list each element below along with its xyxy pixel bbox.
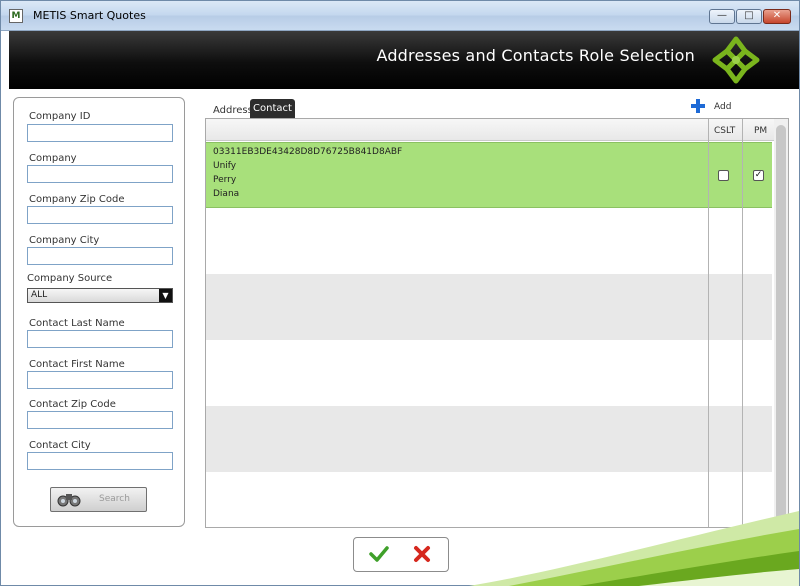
title-bar: M METIS Smart Quotes — □ ✕ — [1, 1, 799, 31]
table-row[interactable]: 03311EB3DE43428D8D76725B841D8ABF Unify P… — [206, 142, 772, 208]
contact-company: Unify — [213, 161, 237, 171]
tab-contact[interactable]: Contact — [250, 99, 295, 118]
company-id-input[interactable] — [27, 124, 173, 142]
cslt-checkbox[interactable] — [718, 170, 729, 181]
app-window: M METIS Smart Quotes — □ ✕ Addresses and… — [0, 0, 800, 586]
action-panel — [353, 537, 449, 572]
contact-id: 03311EB3DE43428D8D76725B841D8ABF — [213, 147, 403, 157]
company-zip-input[interactable] — [27, 206, 173, 224]
contact-first-name-label: Contact First Name — [29, 359, 125, 370]
company-zip-label: Company Zip Code — [29, 194, 125, 205]
add-button-label[interactable]: Add — [714, 102, 731, 112]
column-divider — [708, 119, 709, 527]
company-label: Company — [29, 153, 77, 164]
maximize-button[interactable]: □ — [736, 9, 762, 24]
contact-city-label: Contact City — [29, 440, 91, 451]
contact-last-name-input[interactable] — [27, 330, 173, 348]
contact-first-name: Diana — [213, 189, 240, 199]
company-id-label: Company ID — [29, 111, 91, 122]
app-icon: M — [9, 9, 23, 23]
page-title: Addresses and Contacts Role Selection — [376, 46, 695, 65]
column-header-pm[interactable]: PM — [754, 126, 767, 136]
search-panel: Company ID Company Company Zip Code Comp… — [13, 97, 185, 527]
contacts-grid: CSLT PM 03311EB3DE43428D8D76725B841D8ABF… — [205, 118, 789, 528]
scrollbar-thumb[interactable] — [776, 125, 786, 523]
column-header-cslt[interactable]: CSLT — [714, 126, 735, 136]
chevron-down-icon[interactable]: ▼ — [159, 289, 172, 302]
header-banner: Addresses and Contacts Role Selection — [9, 31, 799, 89]
company-source-select[interactable]: ALL ▼ — [27, 288, 173, 303]
checkmark-icon[interactable] — [369, 545, 389, 563]
decorative-swoosh — [469, 511, 799, 586]
grid-empty-row — [206, 406, 772, 472]
contact-last-name-label: Contact Last Name — [29, 318, 125, 329]
contact-first-name-input[interactable] — [27, 371, 173, 389]
company-city-label: Company City — [29, 235, 100, 246]
contact-zip-label: Contact Zip Code — [29, 399, 116, 410]
company-source-label: Company Source — [27, 273, 113, 284]
pm-checkbox[interactable]: ✓ — [753, 170, 764, 181]
contact-last-name: Perry — [213, 175, 237, 185]
minimize-button[interactable]: — — [709, 9, 735, 24]
window-title: METIS Smart Quotes — [33, 9, 146, 22]
tab-address[interactable]: Address — [213, 105, 253, 116]
contact-zip-input[interactable] — [27, 411, 173, 429]
plus-icon[interactable] — [691, 99, 705, 113]
company-input[interactable] — [27, 165, 173, 183]
company-city-input[interactable] — [27, 247, 173, 265]
close-button[interactable]: ✕ — [763, 9, 791, 24]
search-button-label: Search — [99, 494, 130, 504]
grid-empty-row — [206, 274, 772, 340]
grid-header: CSLT PM — [206, 119, 788, 141]
vertical-scrollbar[interactable] — [774, 119, 788, 527]
red-x-icon[interactable] — [413, 545, 431, 563]
company-source-value: ALL — [31, 290, 48, 300]
metis-logo-icon — [712, 36, 760, 84]
binoculars-icon — [57, 494, 81, 507]
search-button[interactable]: Search — [50, 487, 147, 512]
contact-city-input[interactable] — [27, 452, 173, 470]
column-divider — [742, 119, 743, 527]
